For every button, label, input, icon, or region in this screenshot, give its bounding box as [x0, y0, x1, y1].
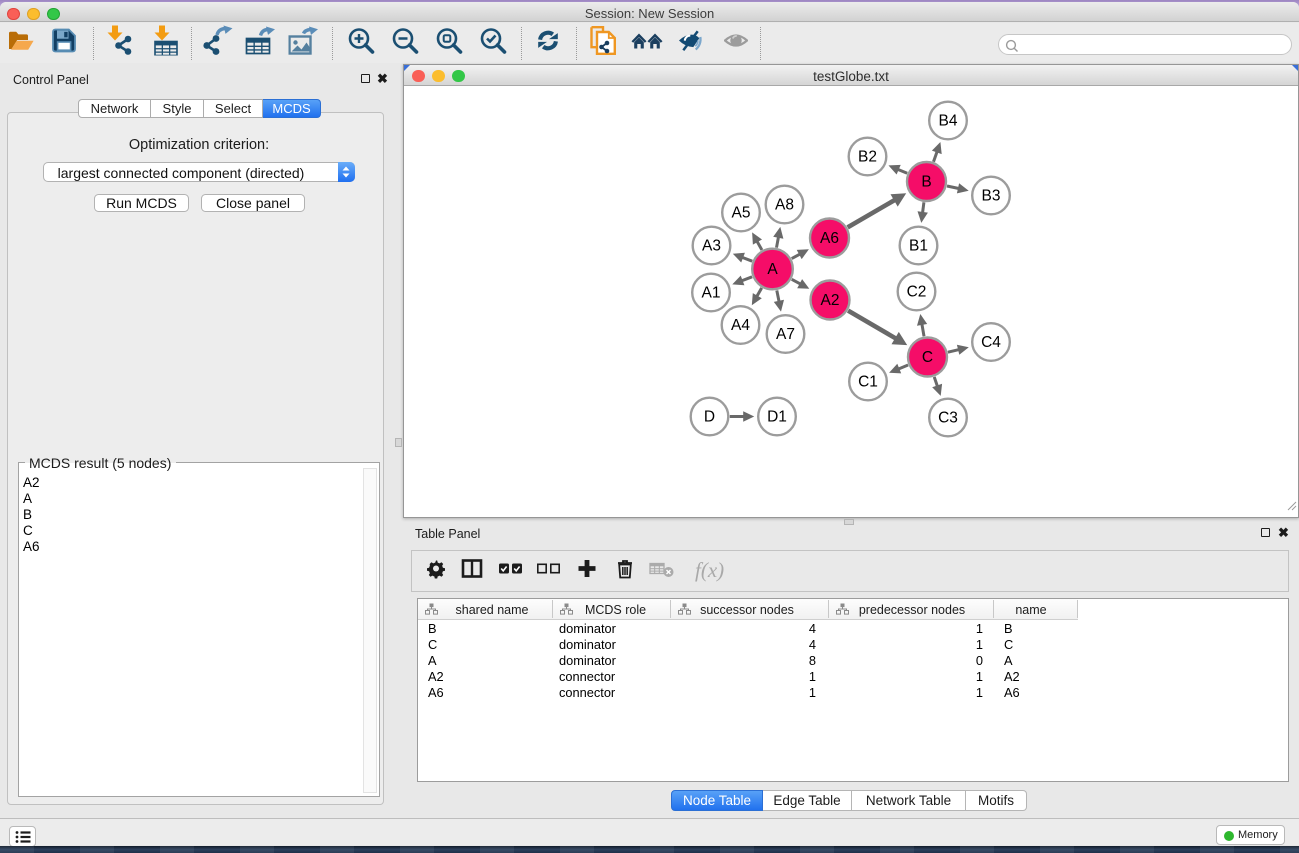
svg-text:A5: A5	[732, 205, 751, 222]
svg-text:B1: B1	[909, 238, 928, 255]
svg-text:C1: C1	[858, 374, 878, 391]
svg-text:B: B	[921, 174, 931, 191]
svg-text:C2: C2	[907, 284, 927, 301]
svg-text:C: C	[922, 349, 933, 366]
svg-text:C3: C3	[938, 410, 958, 427]
svg-text:C4: C4	[981, 334, 1001, 351]
svg-text:A8: A8	[775, 197, 794, 214]
svg-text:A3: A3	[702, 238, 721, 255]
svg-text:B4: B4	[939, 113, 958, 130]
svg-text:D: D	[704, 409, 715, 426]
svg-text:A7: A7	[776, 326, 795, 343]
svg-text:A2: A2	[821, 292, 840, 309]
svg-text:A4: A4	[731, 317, 750, 334]
svg-text:D1: D1	[767, 409, 787, 426]
svg-text:A: A	[767, 261, 778, 278]
svg-text:B3: B3	[982, 188, 1001, 205]
svg-text:A1: A1	[702, 285, 721, 302]
svg-text:B2: B2	[858, 149, 877, 166]
svg-text:A6: A6	[820, 230, 839, 247]
